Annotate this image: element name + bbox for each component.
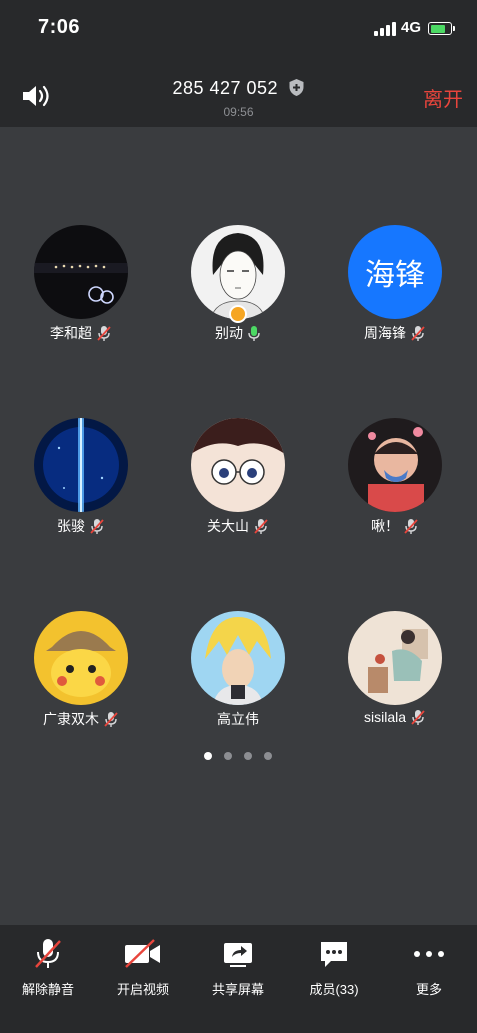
avatar (191, 611, 285, 705)
meeting-id-text: 285 427 052 (172, 78, 279, 98)
more-button[interactable]: 更多 (381, 937, 477, 1007)
mic-muted-icon (97, 325, 111, 341)
participant-name: 高立伟 (163, 709, 313, 729)
participant-name-text: sisilala (363, 709, 406, 725)
mic-muted-icon (411, 325, 425, 341)
participant-tile[interactable]: 广隶双木 (6, 611, 156, 751)
meeting-header: 285 427 052 09:56 离开 (0, 58, 477, 127)
mic-muted-icon (90, 518, 104, 534)
more-label: 更多 (415, 982, 442, 997)
share-screen-icon (224, 943, 252, 967)
page-indicator[interactable] (204, 747, 284, 760)
mic-muted-icon (411, 709, 425, 725)
meeting-duration: 09:56 (223, 105, 254, 119)
start-video-button[interactable]: 开启视频 (95, 937, 191, 1007)
leave-button[interactable]: 离开 (423, 83, 463, 112)
participant-tile[interactable]: 关大山 (163, 418, 313, 558)
signal-icon (374, 22, 396, 36)
avatar (348, 418, 442, 512)
share-screen-button[interactable]: 共享屏幕 (190, 937, 286, 1007)
participant-name-text: 李和超 (50, 325, 92, 341)
avatar: 海锋 (348, 225, 442, 319)
participant-name-text: 啾！ (371, 518, 399, 534)
participant-name: 关大山 (163, 516, 313, 536)
participant-name: sisilala (320, 709, 470, 727)
mic-muted-icon (35, 939, 61, 968)
mic-muted-icon (254, 518, 268, 534)
participant-name-text: 广隶双木 (43, 711, 99, 727)
meeting-toolbar: 解除静音 开启视频 共享屏幕 成员(33) 更多 (0, 925, 477, 1033)
participant-name-text: 周海锋 (364, 325, 406, 341)
participant-tile[interactable]: 啾！ (320, 418, 470, 558)
participant-tile[interactable]: 高立伟 (163, 611, 313, 751)
page-dot[interactable] (224, 752, 232, 760)
participant-name: 张骏 (6, 516, 156, 536)
more-icon (414, 951, 444, 957)
participant-name-text: 别动 (215, 325, 243, 341)
page-dot[interactable] (264, 752, 272, 760)
status-time: 7:06 (38, 16, 81, 38)
unmute-button[interactable]: 解除静音 (0, 937, 96, 1007)
meeting-id[interactable]: 285 427 052 (0, 78, 477, 99)
network-type: 4G (401, 19, 422, 36)
avatar (34, 225, 128, 319)
unmute-label: 解除静音 (21, 982, 74, 997)
mic-muted-icon (104, 711, 118, 727)
page-dot[interactable] (244, 752, 252, 760)
members-button[interactable]: 成员(33) (286, 937, 382, 1007)
participant-name: 啾！ (320, 516, 470, 536)
participant-name: 周海锋 (320, 323, 470, 343)
participant-name: 广隶双木 (6, 709, 156, 729)
host-badge-icon (229, 305, 247, 323)
mic-muted-icon (404, 518, 418, 534)
members-chat-icon (321, 942, 347, 967)
avatar (34, 418, 128, 512)
participant-tile[interactable]: 海锋 周海锋 (320, 225, 470, 365)
shield-icon (288, 78, 305, 97)
participant-name-text: 张骏 (57, 518, 85, 534)
members-label: 成员(33) (309, 982, 359, 997)
mic-active-icon (248, 325, 260, 341)
avatar (348, 611, 442, 705)
participant-name-text: 高立伟 (217, 711, 259, 727)
participant-name-text: 关大山 (207, 518, 249, 534)
video-off-icon (125, 939, 160, 968)
avatar (191, 418, 285, 512)
participant-tile[interactable]: 别动 (163, 225, 313, 365)
participant-tile[interactable]: 张骏 (6, 418, 156, 558)
battery-icon (428, 22, 455, 35)
avatar (34, 611, 128, 705)
start-video-label: 开启视频 (116, 982, 169, 997)
status-bar: 7:06 4G (0, 0, 477, 58)
participant-name: 李和超 (6, 323, 156, 343)
page-dot-active[interactable] (204, 752, 212, 760)
participant-tile[interactable]: sisilala (320, 611, 470, 751)
participant-name: 别动 (163, 323, 313, 343)
participant-tile[interactable]: 李和超 (6, 225, 156, 365)
share-screen-label: 共享屏幕 (211, 982, 264, 997)
